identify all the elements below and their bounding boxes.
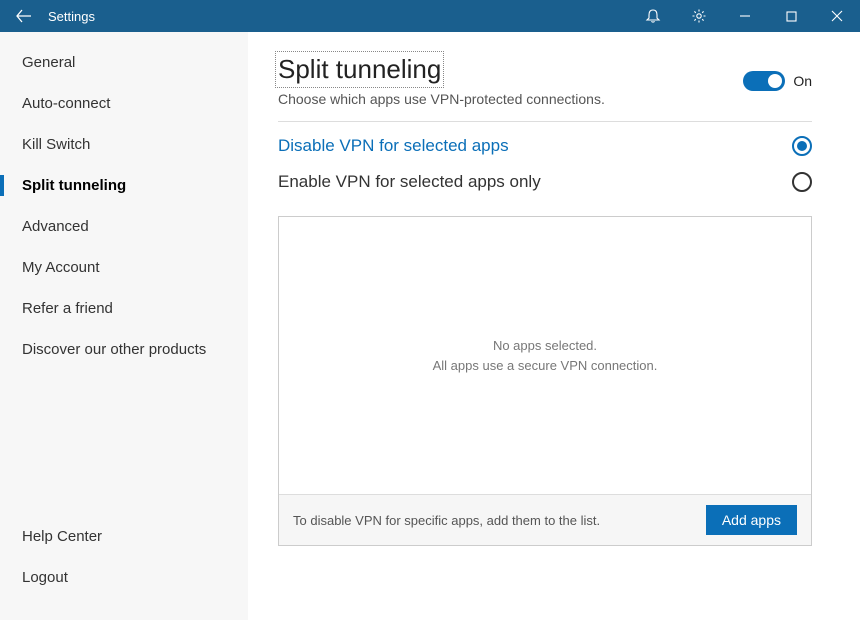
sidebar-item-kill-switch[interactable]: Kill Switch: [0, 124, 248, 165]
radio-icon: [792, 136, 812, 156]
sidebar-item-general[interactable]: General: [0, 42, 248, 83]
apps-empty-state: No apps selected. All apps use a secure …: [279, 217, 811, 494]
page-subtitle: Choose which apps use VPN-protected conn…: [278, 91, 743, 107]
toggle-state-label: On: [793, 73, 812, 89]
page-title: Split tunneling: [278, 54, 441, 85]
notifications-button[interactable]: [630, 0, 676, 32]
apps-footer: To disable VPN for specific apps, add th…: [279, 494, 811, 545]
back-button[interactable]: [8, 0, 40, 32]
sidebar-item-label: Auto-connect: [22, 95, 110, 112]
maximize-button[interactable]: [768, 0, 814, 32]
apps-list-box: No apps selected. All apps use a secure …: [278, 216, 812, 546]
close-button[interactable]: [814, 0, 860, 32]
titlebar: Settings: [0, 0, 860, 32]
sidebar-item-label: Advanced: [22, 218, 89, 235]
option-disable-vpn-selected-apps[interactable]: Disable VPN for selected apps: [278, 122, 812, 162]
sidebar-item-split-tunneling[interactable]: Split tunneling: [0, 165, 248, 206]
settings-gear-button[interactable]: [676, 0, 722, 32]
sidebar-item-advanced[interactable]: Advanced: [0, 206, 248, 247]
empty-line-1: No apps selected.: [493, 336, 597, 356]
sidebar-item-discover-products[interactable]: Discover our other products: [0, 329, 248, 370]
empty-line-2: All apps use a secure VPN connection.: [433, 356, 658, 376]
sidebar-item-help-center[interactable]: Help Center: [0, 516, 248, 557]
sidebar-item-my-account[interactable]: My Account: [0, 247, 248, 288]
sidebar-item-auto-connect[interactable]: Auto-connect: [0, 83, 248, 124]
sidebar: General Auto-connect Kill Switch Split t…: [0, 32, 248, 620]
sidebar-item-label: Refer a friend: [22, 300, 113, 317]
sidebar-item-label: Kill Switch: [22, 136, 90, 153]
sidebar-item-label: Discover our other products: [22, 341, 206, 358]
sidebar-item-label: Logout: [22, 569, 68, 586]
radio-label: Disable VPN for selected apps: [278, 136, 792, 156]
sidebar-item-label: Help Center: [22, 528, 102, 545]
sidebar-item-logout[interactable]: Logout: [0, 557, 248, 598]
sidebar-item-label: General: [22, 54, 75, 71]
page-header: Split tunneling Choose which apps use VP…: [278, 54, 812, 122]
radio-icon: [792, 172, 812, 192]
main-content: Split tunneling Choose which apps use VP…: [248, 32, 860, 620]
window-title: Settings: [48, 9, 95, 24]
radio-label: Enable VPN for selected apps only: [278, 172, 792, 192]
option-enable-vpn-selected-apps-only[interactable]: Enable VPN for selected apps only: [278, 162, 812, 198]
split-tunneling-toggle[interactable]: [743, 71, 785, 91]
minimize-button[interactable]: [722, 0, 768, 32]
apps-footer-hint: To disable VPN for specific apps, add th…: [293, 513, 706, 528]
sidebar-item-refer-a-friend[interactable]: Refer a friend: [0, 288, 248, 329]
add-apps-button[interactable]: Add apps: [706, 505, 797, 535]
sidebar-item-label: Split tunneling: [22, 177, 126, 194]
sidebar-item-label: My Account: [22, 259, 100, 276]
